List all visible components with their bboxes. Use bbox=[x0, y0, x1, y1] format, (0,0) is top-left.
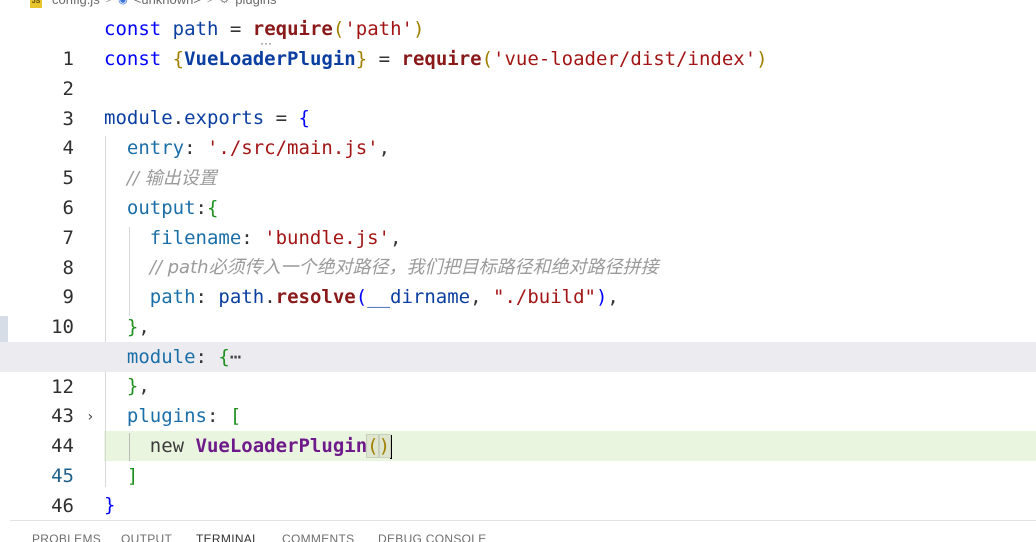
identifier: __dirname bbox=[367, 286, 471, 308]
property-key: plugins bbox=[126, 405, 207, 427]
tab-comments[interactable]: COMMENTS bbox=[282, 532, 354, 542]
code-line[interactable]: 1 const path = require('path') bbox=[0, 14, 1036, 70]
property-key: filename bbox=[149, 227, 242, 249]
tab-problems[interactable]: PROBLEMS bbox=[32, 532, 101, 542]
comment: // 输出设置 bbox=[126, 168, 217, 189]
operator: = bbox=[275, 107, 288, 129]
property-key: path bbox=[149, 286, 196, 308]
code-line[interactable]: 6 // 输出设置 bbox=[0, 163, 1036, 219]
keyword: const bbox=[104, 18, 162, 40]
string-literal: "./build" bbox=[493, 286, 596, 308]
operator: = bbox=[378, 48, 391, 70]
string-literal: './src/main.js' bbox=[206, 137, 379, 159]
chevron-right-icon: > bbox=[206, 0, 214, 6]
breadcrumb: JS config.js > ◉ <unknown> > ⚙ plugins bbox=[0, 0, 1036, 10]
identifier: path bbox=[218, 286, 265, 308]
function-name: resolve bbox=[275, 286, 356, 308]
code-line[interactable]: 43 }, bbox=[0, 371, 1036, 427]
property-key: entry bbox=[126, 137, 185, 159]
cube-icon: ◉ bbox=[118, 0, 128, 6]
comment: // path必须传入一个绝对路径，我们把目标路径和绝对路径拼接 bbox=[149, 257, 659, 278]
class-name: VueLoaderPlugin bbox=[195, 435, 368, 457]
operator: = bbox=[229, 18, 242, 40]
identifier: path bbox=[172, 18, 219, 40]
code-line[interactable]: 9 // path必须传入一个绝对路径，我们把目标路径和绝对路径拼接 bbox=[0, 252, 1036, 308]
code-line[interactable]: 10 path: path.resolve(__dirname, "./buil… bbox=[0, 282, 1036, 338]
property: exports bbox=[184, 107, 265, 129]
chevron-right-icon: > bbox=[105, 0, 113, 6]
code-line[interactable]: 11 }, bbox=[0, 312, 1036, 368]
property-key: module bbox=[126, 346, 196, 368]
code-editor[interactable]: JS config.js > ◉ <unknown> > ⚙ plugins 1… bbox=[0, 0, 1036, 542]
code-line[interactable]: 5 entry: './src/main.js', bbox=[0, 133, 1036, 189]
code-line[interactable]: 47 } bbox=[0, 490, 1036, 542]
tab-terminal[interactable]: TERMINAL bbox=[196, 532, 259, 542]
js-file-icon: JS bbox=[30, 0, 42, 8]
breadcrumb-property[interactable]: plugins bbox=[235, 0, 276, 8]
code-line[interactable]: 8 filename: 'bundle.js', bbox=[0, 223, 1036, 279]
code-line[interactable]: 3 bbox=[0, 74, 1036, 130]
text-cursor bbox=[390, 434, 393, 459]
breadcrumb-symbol[interactable]: <unknown> bbox=[134, 0, 201, 8]
property-key: output bbox=[126, 197, 196, 219]
code-line[interactable]: 4 module.exports = { bbox=[0, 103, 1036, 159]
identifier: VueLoaderPlugin bbox=[184, 48, 356, 70]
code-line[interactable]: 46 ] bbox=[0, 461, 1036, 517]
keyword: const bbox=[104, 48, 162, 70]
code-line-folded[interactable]: 12 › module: {⋯ bbox=[0, 342, 1036, 425]
keyword: new bbox=[149, 435, 185, 457]
tab-debug-console[interactable]: DEBUG CONSOLE bbox=[378, 532, 487, 542]
folded-ellipsis[interactable]: ⋯ bbox=[230, 346, 241, 368]
code-line[interactable]: 2 const {VueLoaderPlugin} = require('vue… bbox=[0, 44, 1036, 100]
wrench-icon: ⚙ bbox=[219, 0, 230, 6]
code-line[interactable]: 44 plugins: [ bbox=[0, 401, 1036, 457]
code-line-current[interactable]: 45 new VueLoaderPlugin() bbox=[0, 431, 1036, 487]
code-line[interactable]: 7 output:{ bbox=[0, 193, 1036, 249]
string-literal: 'bundle.js' bbox=[264, 227, 391, 249]
breadcrumb-file[interactable]: config.js bbox=[52, 0, 100, 8]
string-literal: 'vue-loader/dist/index' bbox=[493, 48, 757, 70]
identifier: module bbox=[104, 107, 173, 129]
tab-output[interactable]: OUTPUT bbox=[121, 532, 172, 542]
string-literal: 'path' bbox=[344, 18, 413, 40]
function-name: require bbox=[401, 48, 482, 70]
panel-tab-bar: PROBLEMS OUTPUT TERMINAL COMMENTS DEBUG … bbox=[10, 520, 1036, 542]
